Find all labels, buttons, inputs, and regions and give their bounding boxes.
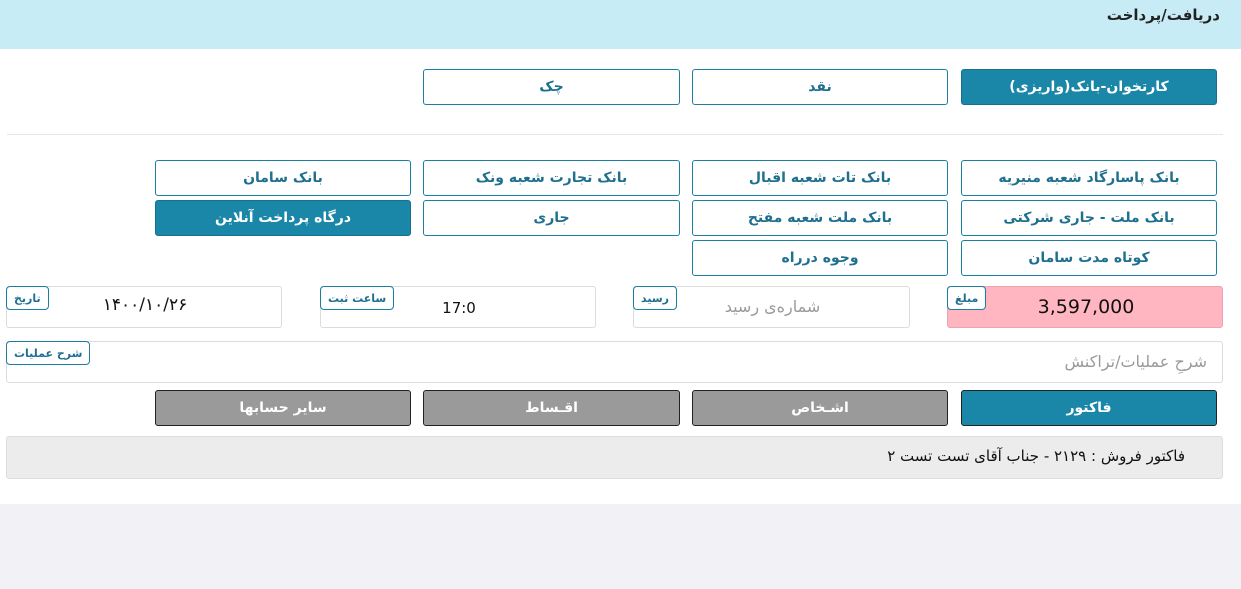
account-tat-button[interactable]: بانک تات شعبه اقبال	[692, 160, 948, 196]
account-funds-in-transit-button[interactable]: وجوه درراه	[692, 240, 948, 276]
payment-type-cheque-button[interactable]: چک	[423, 69, 680, 105]
account-mellat-corporate-button[interactable]: بانک ملت - جاری شرکتی	[961, 200, 1217, 236]
description-placeholder: شرحِ عملیات/تراکنش	[1064, 352, 1207, 371]
account-pasargad-button[interactable]: بانک پاسارگاد شعبه منیریه	[961, 160, 1217, 196]
date-label: تاریخ	[6, 286, 49, 310]
page-title: دریافت/پرداخت	[1106, 6, 1220, 24]
amount-label: مبلغ	[947, 286, 987, 310]
tab-other-accounts[interactable]: سایر حسابها	[155, 390, 411, 426]
time-label: ساعت ثبت	[320, 286, 395, 310]
invoice-text: فاکتور فروش : ۲۱۲۹ - جناب آقای تست تست ۲	[887, 447, 1185, 465]
payment-type-cash-button[interactable]: نقد	[692, 69, 948, 105]
payment-type-card-bank-button[interactable]: کارتخوان-بانک(واریزی)	[961, 69, 1217, 105]
account-jari-button[interactable]: جاری	[423, 200, 680, 236]
receipt-label: رسید	[633, 286, 677, 310]
amount-field[interactable]: 3,597,000	[947, 286, 1223, 328]
title-bar: دریافت/پرداخت	[0, 0, 1241, 49]
account-saman-short-term-button[interactable]: کوتاه مدت سامان	[961, 240, 1217, 276]
invoice-list-item[interactable]: فاکتور فروش : ۲۱۲۹ - جناب آقای تست تست ۲	[6, 436, 1223, 479]
tab-invoice[interactable]: فاکتور	[961, 390, 1217, 426]
divider	[7, 134, 1223, 135]
account-tejarat-button[interactable]: بانک تجارت شعبه ونک	[423, 160, 680, 196]
description-input[interactable]: شرحِ عملیات/تراکنش	[6, 341, 1223, 383]
tab-installments[interactable]: اقـساط	[423, 390, 680, 426]
amount-value: 3,597,000	[1037, 296, 1135, 318]
account-online-gateway-button[interactable]: درگاه پرداخت آنلاین	[155, 200, 411, 236]
tab-persons[interactable]: اشـخاص	[692, 390, 948, 426]
account-saman-button[interactable]: بانک سامان	[155, 160, 411, 196]
description-label: شرح عملیات	[6, 341, 91, 365]
account-mellat-mofatteh-button[interactable]: بانک ملت شعبه مفتح	[692, 200, 948, 236]
